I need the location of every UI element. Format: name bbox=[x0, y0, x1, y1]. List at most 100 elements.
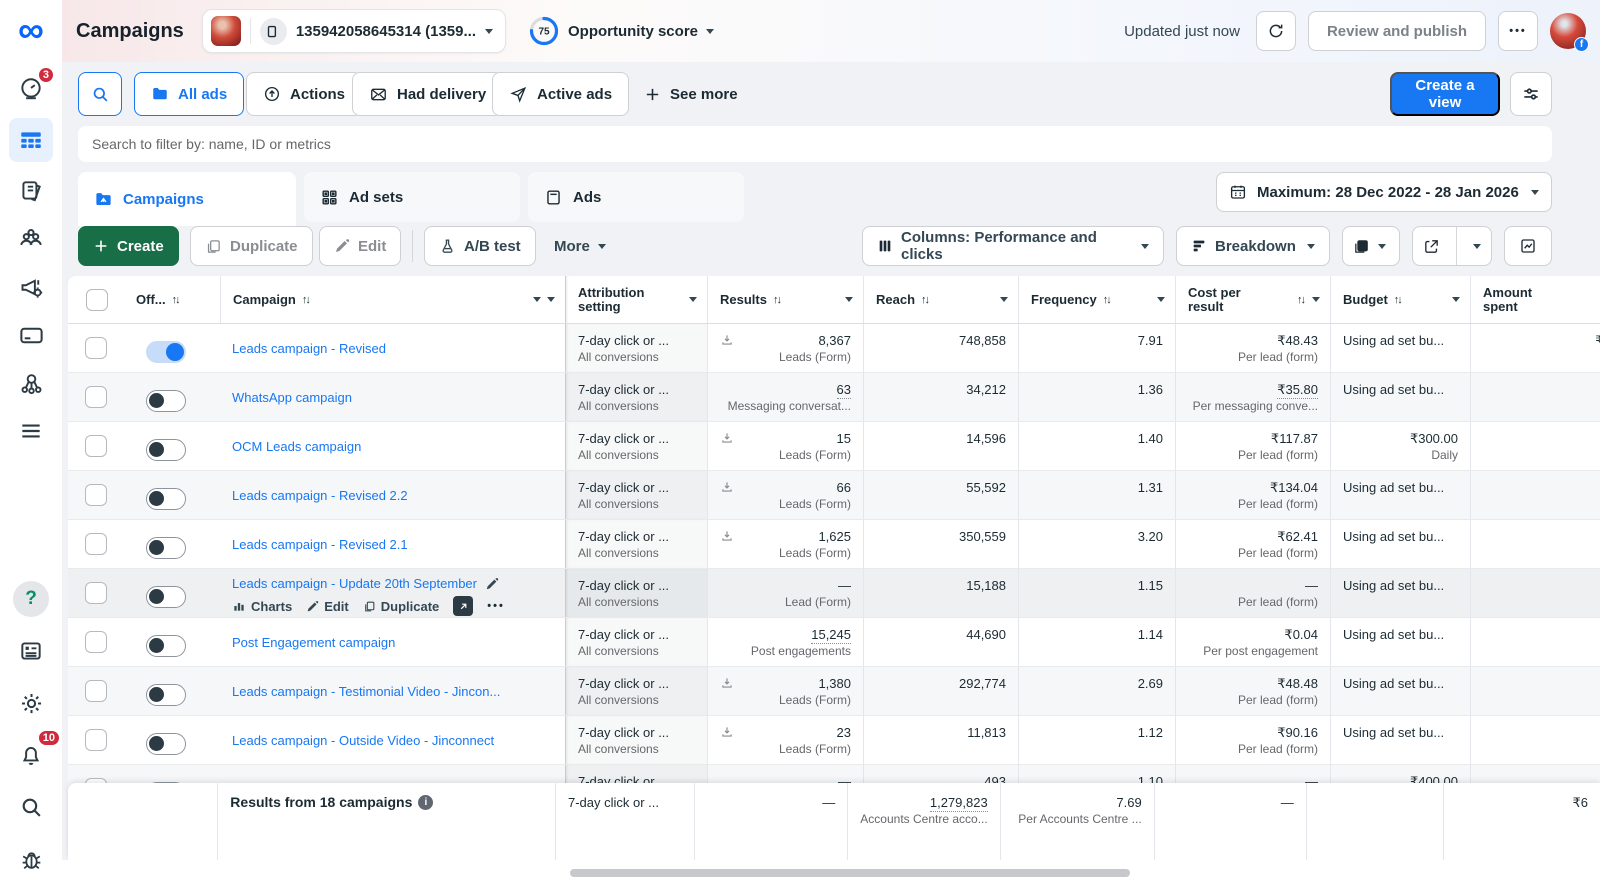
sidebar-item-ads-reporting[interactable] bbox=[9, 172, 53, 210]
download-leads-icon[interactable] bbox=[720, 431, 734, 445]
sidebar-item-audiences[interactable] bbox=[9, 220, 53, 258]
row-checkbox[interactable] bbox=[85, 582, 107, 604]
sidebar-item-billing[interactable] bbox=[9, 316, 53, 354]
row-action-open-charts[interactable] bbox=[453, 596, 474, 616]
download-leads-icon[interactable] bbox=[720, 676, 734, 690]
column-caret-icon[interactable] bbox=[845, 297, 853, 302]
view-settings-button[interactable] bbox=[1510, 72, 1552, 116]
sidebar-item-campaigns[interactable] bbox=[9, 118, 53, 162]
sort-icon[interactable]: ↑↓ bbox=[302, 294, 311, 306]
download-leads-icon[interactable] bbox=[720, 725, 734, 739]
column-caret-icon[interactable] bbox=[1000, 297, 1008, 302]
breakdown-button[interactable]: Breakdown bbox=[1176, 226, 1330, 266]
column-header-campaign[interactable]: Campaign ↑↓ bbox=[220, 276, 565, 323]
horizontal-scrollbar[interactable] bbox=[570, 869, 1130, 877]
filter-chip-had-delivery[interactable]: Had delivery bbox=[352, 72, 504, 116]
ab-test-button[interactable]: A/B test bbox=[424, 226, 536, 266]
column-caret-icon[interactable] bbox=[689, 297, 697, 302]
campaign-toggle[interactable] bbox=[146, 733, 186, 755]
row-checkbox[interactable] bbox=[85, 729, 107, 751]
date-range-selector[interactable]: Maximum: 28 Dec 2022 - 28 Jan 2026 bbox=[1216, 172, 1552, 212]
tab-ads[interactable]: Ads bbox=[528, 172, 744, 222]
edit-button[interactable]: Edit bbox=[319, 226, 402, 266]
pencil-icon[interactable] bbox=[485, 577, 499, 591]
info-icon[interactable]: i bbox=[418, 795, 434, 810]
refresh-button[interactable] bbox=[1255, 11, 1296, 51]
reports-button[interactable] bbox=[1342, 226, 1400, 266]
row-checkbox[interactable] bbox=[85, 484, 107, 506]
campaign-toggle[interactable] bbox=[146, 488, 186, 510]
select-all-checkbox[interactable] bbox=[86, 288, 108, 311]
row-checkbox[interactable] bbox=[85, 337, 107, 359]
duplicate-button[interactable]: Duplicate bbox=[190, 226, 313, 266]
sidebar-item-business-news[interactable] bbox=[9, 632, 53, 670]
column-header-results[interactable]: Results ↑↓ bbox=[707, 276, 863, 323]
campaign-toggle[interactable] bbox=[146, 684, 186, 706]
filter-chip-all-ads[interactable]: All ads bbox=[134, 72, 245, 116]
account-selector[interactable]: 135942058645314 (1359... bbox=[201, 9, 506, 53]
column-caret-icon[interactable] bbox=[1452, 297, 1460, 302]
campaign-link[interactable]: Leads campaign - Testimonial Video - Jin… bbox=[232, 683, 500, 700]
create-button[interactable]: Create bbox=[78, 226, 179, 266]
campaign-link[interactable]: Leads campaign - Outside Video - Jinconn… bbox=[232, 732, 494, 749]
tab-ad-sets[interactable]: Ad sets bbox=[304, 172, 520, 222]
sidebar-item-notifications[interactable]: 10 bbox=[9, 729, 61, 774]
sidebar-item-opportunities[interactable]: 3 bbox=[9, 66, 55, 108]
sort-icon[interactable]: ↑↓ bbox=[1297, 294, 1306, 306]
row-action-charts[interactable]: Charts bbox=[232, 598, 292, 615]
campaign-link[interactable]: Leads campaign - Revised bbox=[232, 340, 386, 357]
sort-icon[interactable]: ↑↓ bbox=[172, 294, 181, 306]
sort-icon[interactable]: ↑↓ bbox=[921, 294, 930, 306]
columns-button[interactable]: Columns: Performance and clicks bbox=[862, 226, 1164, 266]
column-header-reach[interactable]: Reach ↑↓ bbox=[863, 276, 1018, 323]
tab-campaigns[interactable]: Campaigns bbox=[78, 172, 296, 226]
campaign-toggle[interactable] bbox=[146, 439, 186, 461]
row-action-more[interactable]: ••• bbox=[487, 598, 505, 615]
row-checkbox[interactable] bbox=[85, 680, 107, 702]
sort-icon[interactable]: ↑↓ bbox=[773, 294, 782, 306]
review-and-publish-button[interactable]: Review and publish bbox=[1307, 11, 1486, 51]
opportunity-score[interactable]: 75 Opportunity score bbox=[528, 15, 714, 47]
more-button[interactable]: More bbox=[540, 226, 620, 266]
row-checkbox[interactable] bbox=[85, 435, 107, 457]
column-header-amount-spent[interactable]: Amount spent bbox=[1470, 276, 1600, 323]
create-a-view-button[interactable]: Create a view bbox=[1390, 72, 1500, 116]
column-caret-icon[interactable] bbox=[1157, 297, 1165, 302]
download-leads-icon[interactable] bbox=[720, 333, 734, 347]
campaign-link[interactable]: WhatsApp campaign bbox=[232, 389, 352, 406]
sidebar-item-search[interactable] bbox=[9, 788, 53, 826]
column-header-attribution[interactable]: Attribution setting bbox=[565, 276, 707, 323]
download-leads-icon[interactable] bbox=[720, 480, 734, 494]
more-options-button[interactable]: ••• bbox=[1498, 11, 1538, 51]
column-caret-icon[interactable] bbox=[1312, 297, 1320, 302]
download-leads-icon[interactable] bbox=[720, 529, 734, 543]
sort-icon[interactable]: ↑↓ bbox=[1103, 294, 1112, 306]
row-checkbox[interactable] bbox=[85, 533, 107, 555]
sort-icon[interactable]: ↑↓ bbox=[1394, 294, 1403, 306]
campaign-toggle[interactable] bbox=[146, 586, 186, 608]
campaign-toggle[interactable] bbox=[146, 635, 186, 657]
sidebar-item-advertising-settings[interactable] bbox=[9, 268, 53, 306]
row-checkbox[interactable] bbox=[85, 631, 107, 653]
campaign-link[interactable]: Leads campaign - Update 20th September bbox=[232, 575, 477, 592]
column-caret-icon[interactable] bbox=[533, 297, 541, 302]
campaign-link[interactable]: Leads campaign - Revised 2.2 bbox=[232, 487, 408, 504]
search-input[interactable] bbox=[78, 126, 1552, 162]
campaign-toggle[interactable] bbox=[146, 341, 186, 363]
row-action-edit[interactable]: Edit bbox=[306, 598, 349, 615]
search-filter-button[interactable] bbox=[78, 72, 122, 116]
row-checkbox[interactable] bbox=[85, 386, 107, 408]
sidebar-item-report-bug[interactable] bbox=[9, 840, 53, 878]
filter-chip-active-ads[interactable]: Active ads bbox=[492, 72, 630, 116]
filter-chip-actions[interactable]: Actions bbox=[246, 72, 363, 116]
campaign-toggle[interactable] bbox=[146, 537, 186, 559]
meta-logo-icon[interactable]: ∞ bbox=[18, 8, 44, 52]
export-button[interactable] bbox=[1412, 226, 1492, 266]
column-header-budget[interactable]: Budget ↑↓ bbox=[1330, 276, 1470, 323]
charts-panel-button[interactable] bbox=[1504, 226, 1552, 266]
campaign-link[interactable]: OCM Leads campaign bbox=[232, 438, 361, 455]
campaign-link[interactable]: Post Engagement campaign bbox=[232, 634, 395, 651]
user-avatar[interactable]: f bbox=[1550, 13, 1589, 52]
sidebar-item-events-manager[interactable] bbox=[9, 364, 53, 402]
sidebar-item-all-tools[interactable] bbox=[9, 412, 53, 450]
